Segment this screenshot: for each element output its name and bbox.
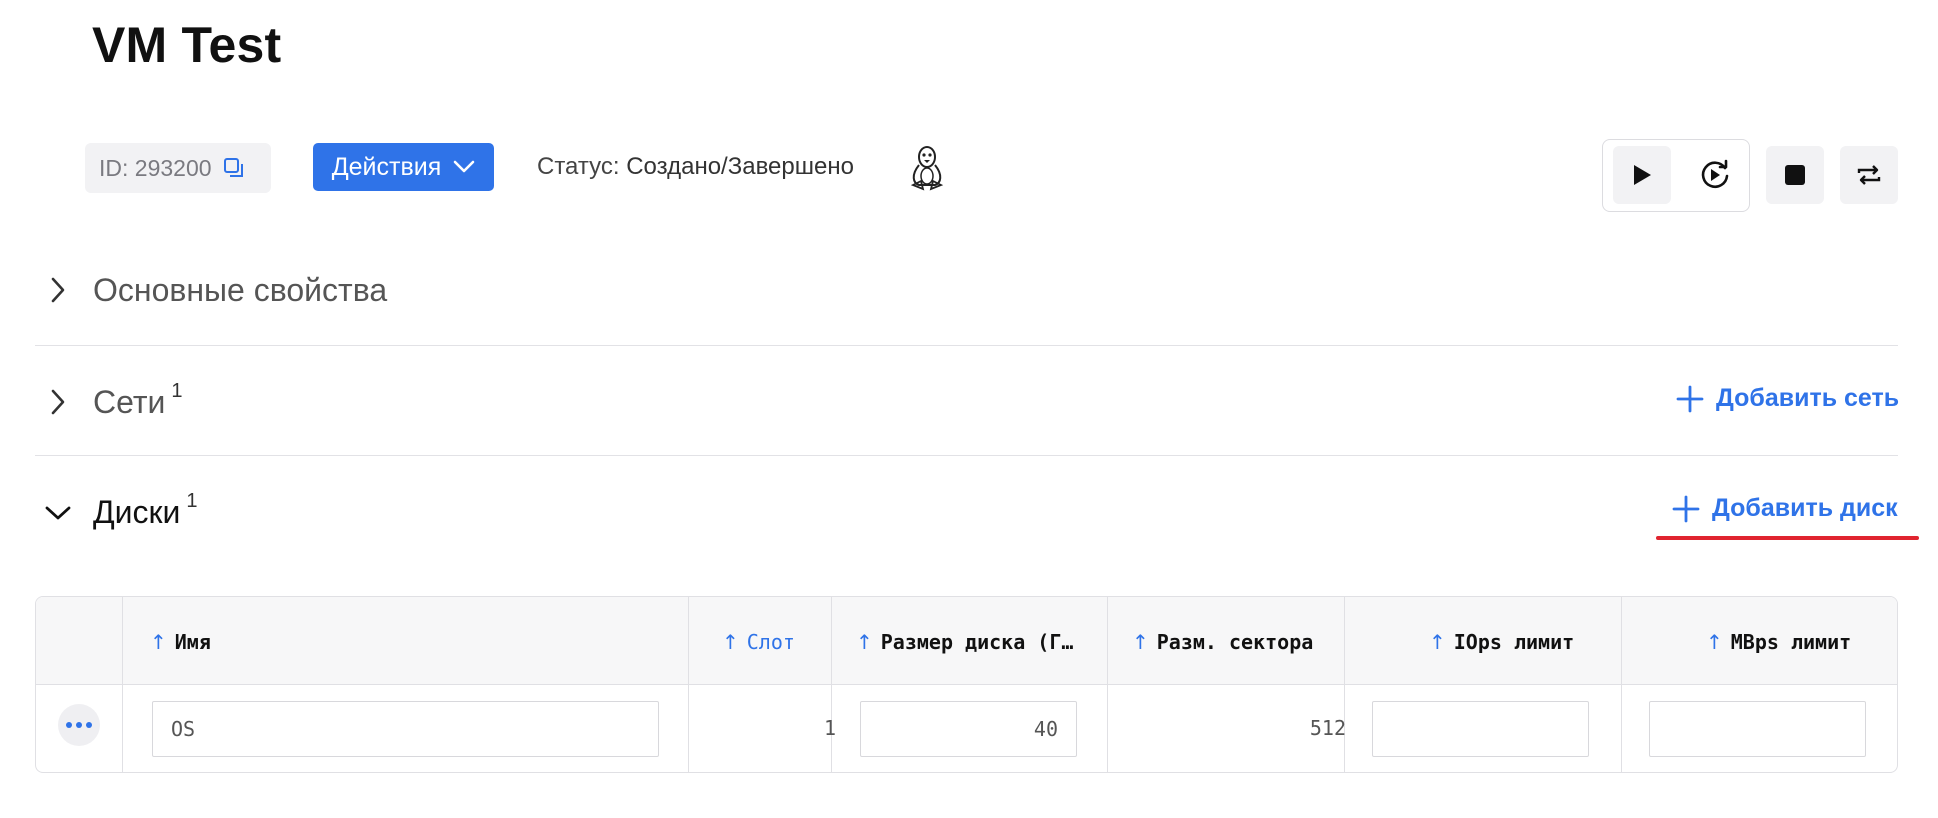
chevron-down-icon bbox=[453, 160, 475, 173]
sector-size-value: 512 bbox=[1309, 716, 1346, 740]
chevron-right-icon[interactable] bbox=[43, 275, 73, 305]
add-disk-label: Добавить диск bbox=[1712, 494, 1898, 522]
disk-name-input[interactable]: OS bbox=[152, 701, 659, 757]
column-divider bbox=[688, 597, 689, 772]
section-basic-label: Основные свойства bbox=[93, 272, 388, 308]
actions-dropdown-button[interactable]: Действия bbox=[313, 143, 494, 191]
vm-id-label: ID: 293200 bbox=[99, 154, 212, 181]
section-disks-label: Диски 1 bbox=[93, 490, 198, 531]
play-button[interactable] bbox=[1613, 146, 1671, 204]
disk-size-input[interactable]: 40 bbox=[860, 701, 1077, 757]
copy-icon[interactable] bbox=[222, 156, 246, 180]
status-value: Создано/Завершено bbox=[626, 153, 854, 180]
vm-id-chip: ID: 293200 bbox=[85, 143, 271, 193]
column-divider bbox=[1621, 597, 1622, 772]
chevron-right-icon[interactable] bbox=[43, 387, 73, 417]
row-menu-button[interactable] bbox=[58, 704, 100, 746]
column-divider bbox=[1344, 597, 1345, 772]
highlight-underline bbox=[1656, 536, 1919, 540]
column-divider bbox=[831, 597, 832, 772]
iops-limit-input[interactable] bbox=[1372, 701, 1589, 757]
disks-count: 1 bbox=[186, 490, 198, 513]
section-disks[interactable]: Диски 1 bbox=[35, 490, 1898, 532]
disk-slot-value: 1 bbox=[823, 716, 836, 740]
section-networks-label: Сети 1 bbox=[93, 380, 183, 421]
vm-status: Статус: Создано/Завершено bbox=[537, 153, 854, 181]
disks-title: Диски bbox=[93, 494, 181, 530]
migrate-button[interactable] bbox=[1840, 146, 1898, 204]
add-network-button[interactable]: Добавить сеть bbox=[1676, 384, 1899, 413]
linux-tux-icon bbox=[910, 146, 944, 191]
play-icon bbox=[1634, 165, 1651, 185]
stop-button[interactable] bbox=[1766, 146, 1824, 204]
stop-icon bbox=[1785, 165, 1805, 185]
column-header-disk-size[interactable]: ↑ Размер диска (Г… bbox=[856, 630, 1073, 654]
plus-icon bbox=[1676, 385, 1704, 412]
restart-button[interactable] bbox=[1686, 146, 1744, 204]
column-divider bbox=[1107, 597, 1108, 772]
column-header-sector-size[interactable]: ↑ Разм. сектора bbox=[1132, 630, 1313, 654]
actions-label: Действия bbox=[331, 152, 442, 181]
page-title: VM Test bbox=[92, 17, 282, 73]
restart-icon bbox=[1701, 159, 1729, 189]
section-networks[interactable]: Сети 1 bbox=[35, 380, 1898, 422]
add-disk-button[interactable]: Добавить диск bbox=[1672, 494, 1898, 523]
plus-icon bbox=[1672, 495, 1700, 522]
column-header-iops-limit[interactable]: ↑ IOps лимит bbox=[1429, 630, 1574, 654]
migrate-icon bbox=[1857, 165, 1881, 185]
status-label: Статус: bbox=[537, 153, 620, 180]
disks-table: ↑ Имя ↑ Слот ↑ Размер диска (Г… ↑ Разм. сект… bbox=[35, 596, 1898, 773]
networks-count: 1 bbox=[171, 380, 183, 403]
divider bbox=[35, 455, 1898, 456]
column-divider bbox=[122, 597, 123, 772]
add-network-label: Добавить сеть bbox=[1716, 384, 1900, 412]
divider bbox=[35, 345, 1898, 346]
column-header-mbps-limit[interactable]: ↑ MBps лимит bbox=[1706, 630, 1851, 654]
column-header-slot[interactable]: ↑ Слот bbox=[722, 630, 795, 654]
chevron-down-icon[interactable] bbox=[43, 498, 73, 528]
section-basic-properties[interactable]: Основные свойства bbox=[35, 270, 1898, 310]
mbps-limit-input[interactable] bbox=[1649, 701, 1866, 757]
networks-title: Сети bbox=[93, 384, 166, 420]
column-header-name[interactable]: ↑ Имя bbox=[150, 630, 211, 654]
